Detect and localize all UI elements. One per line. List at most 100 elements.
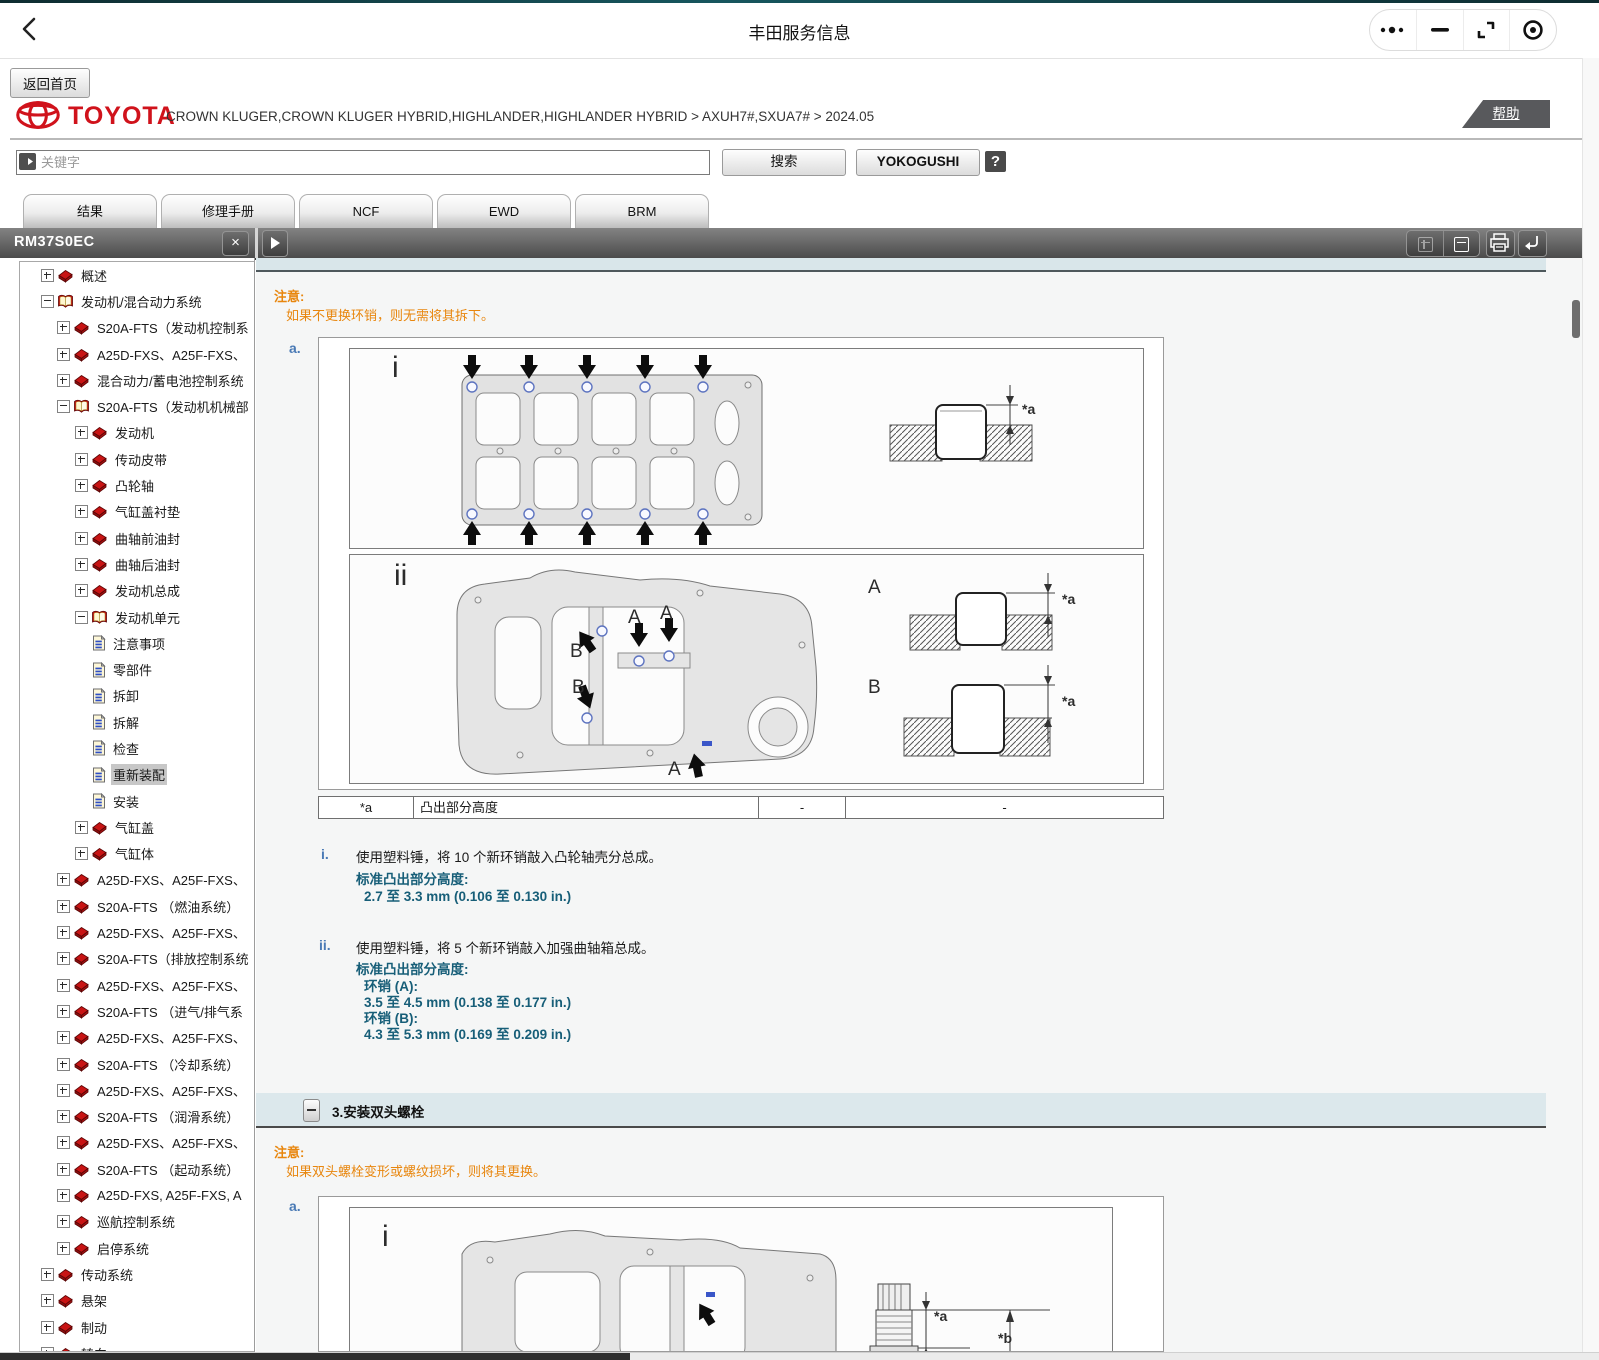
tree-item-label[interactable]: 传动系统	[79, 1264, 135, 1285]
expand-icon[interactable]	[75, 558, 88, 571]
tree-item-label[interactable]: S20A-FTS （燃油系统）	[95, 896, 241, 917]
tree-item[interactable]: A25D-FXS、A25F-FXS、	[20, 972, 254, 998]
tree-item[interactable]: 重新装配	[20, 762, 254, 788]
horizontal-scrollbar-thumb[interactable]	[0, 1353, 630, 1360]
question-mark-icon[interactable]: ?	[985, 151, 1006, 172]
collapse-icon[interactable]	[57, 400, 70, 413]
tree-item[interactable]: S20A-FTS （进气/排气系	[20, 998, 254, 1024]
expand-icon[interactable]	[57, 348, 70, 361]
tree-item-label[interactable]: 概述	[79, 265, 109, 286]
expand-icon[interactable]	[57, 1005, 70, 1018]
tree-item[interactable]: 安装	[20, 788, 254, 814]
tree-item[interactable]: 检查	[20, 735, 254, 761]
expand-icon[interactable]	[75, 532, 88, 545]
expand-icon[interactable]	[41, 1321, 54, 1334]
tree-item-label[interactable]: S20A-FTS（发动机控制系	[95, 317, 251, 338]
tree-item-label[interactable]: 气缸盖	[113, 817, 156, 838]
tree-item-label[interactable]: 发动机总成	[113, 580, 182, 601]
tab-EWD[interactable]: EWD	[437, 194, 571, 228]
tree-item-label[interactable]: 发动机	[113, 422, 156, 443]
expand-icon[interactable]	[57, 374, 70, 387]
tree-item[interactable]: 混合动力/蓄电池控制系统	[20, 367, 254, 393]
expand-icon[interactable]	[41, 269, 54, 282]
tree-item-label[interactable]: A25D-FXS、A25F-FXS、	[95, 1132, 248, 1153]
tab-NCF[interactable]: NCF	[299, 194, 433, 228]
tree-item[interactable]: 凸轮轴	[20, 472, 254, 498]
tree-item-label[interactable]: 转向	[79, 1343, 109, 1352]
tree-item[interactable]: S20A-FTS （冷却系统）	[20, 1051, 254, 1077]
tab-结果[interactable]: 结果	[23, 194, 157, 228]
expand-icon[interactable]	[75, 584, 88, 597]
tree-item-label[interactable]: 曲轴后油封	[113, 554, 182, 575]
tree-item[interactable]: 转向	[20, 1340, 254, 1352]
tree-item[interactable]: 发动机/混合动力系统	[20, 288, 254, 314]
tree-item-label[interactable]: A25D-FXS, A25F-FXS, A	[95, 1187, 244, 1204]
content-scrollbar-thumb[interactable]	[1572, 300, 1580, 338]
tree-item-label[interactable]: 安装	[111, 791, 141, 812]
tree-item-label[interactable]: A25D-FXS、A25F-FXS、	[95, 922, 248, 943]
expand-icon[interactable]	[57, 1215, 70, 1228]
tree-item[interactable]: S20A-FTS（排放控制系统	[20, 946, 254, 972]
expand-icon[interactable]	[75, 453, 88, 466]
expand-icon[interactable]	[57, 1189, 70, 1202]
page-horizontal-scrollbar[interactable]	[0, 1352, 1599, 1360]
tree-item-label[interactable]: S20A-FTS（发动机机械部	[95, 396, 251, 417]
tree-item-label[interactable]: 悬架	[79, 1290, 109, 1311]
tree-item-label[interactable]: 传动皮带	[113, 449, 169, 470]
tree-item[interactable]: 零部件	[20, 656, 254, 682]
tree-item-label[interactable]: A25D-FXS、A25F-FXS、	[95, 975, 248, 996]
expand-icon[interactable]	[57, 1084, 70, 1097]
tree-item-label[interactable]: 气缸体	[113, 843, 156, 864]
zoom-out-button[interactable]	[1443, 231, 1480, 256]
tree-item[interactable]: S20A-FTS （润滑系统）	[20, 1104, 254, 1130]
more-button[interactable]	[1370, 10, 1416, 50]
tree-item-label[interactable]: 发动机/混合动力系统	[79, 291, 204, 312]
tree-item-label[interactable]: S20A-FTS （起动系统）	[95, 1159, 241, 1180]
expand-icon[interactable]	[57, 952, 70, 965]
yokogushi-button[interactable]: YOKOGUSHI	[856, 149, 980, 176]
tree-item-label[interactable]: 混合动力/蓄电池控制系统	[95, 370, 246, 391]
help-button[interactable]: 帮助	[1462, 100, 1550, 128]
collapse-icon[interactable]	[41, 295, 54, 308]
expand-icon[interactable]	[57, 1136, 70, 1149]
tree-item[interactable]: 拆解	[20, 709, 254, 735]
tree-item-label[interactable]: 曲轴前油封	[113, 528, 182, 549]
tree-item-label[interactable]: 制动	[79, 1317, 109, 1338]
tree-item-label[interactable]: 气缸盖衬垫	[113, 501, 182, 522]
tree-item[interactable]: 悬架	[20, 1288, 254, 1314]
expand-icon[interactable]	[57, 900, 70, 913]
expand-icon[interactable]	[57, 1163, 70, 1176]
tree-item-label[interactable]: A25D-FXS、A25F-FXS、	[95, 344, 248, 365]
tree-item-label[interactable]: 检查	[111, 738, 141, 759]
tree-item[interactable]: A25D-FXS、A25F-FXS、	[20, 1077, 254, 1103]
tree-item-label[interactable]: 重新装配	[111, 764, 167, 785]
tree-item[interactable]: S20A-FTS（发动机控制系	[20, 315, 254, 341]
expand-icon[interactable]	[57, 873, 70, 886]
page-vertical-scrollbar[interactable]	[1582, 58, 1599, 1360]
tree-item-label[interactable]: S20A-FTS （进气/排气系	[95, 1001, 245, 1022]
expand-icon[interactable]	[75, 426, 88, 439]
tree-item[interactable]: 拆卸	[20, 683, 254, 709]
tree-item[interactable]: 概述	[20, 262, 254, 288]
collapse-sidebar-button[interactable]	[262, 230, 288, 257]
expand-icon[interactable]	[57, 321, 70, 334]
tree-item[interactable]: A25D-FXS、A25F-FXS、	[20, 919, 254, 945]
tree-item[interactable]: A25D-FXS、A25F-FXS、	[20, 341, 254, 367]
expand-icon[interactable]	[75, 821, 88, 834]
search-button[interactable]: 搜索	[722, 149, 846, 176]
tree-item-label[interactable]: S20A-FTS（排放控制系统	[95, 948, 251, 969]
tree-item-label[interactable]: 凸轮轴	[113, 475, 156, 496]
print-button[interactable]	[1486, 230, 1515, 257]
search-arrow-icon[interactable]	[19, 153, 36, 170]
expand-icon[interactable]	[57, 1110, 70, 1123]
tree-item-label[interactable]: 零部件	[111, 659, 154, 680]
tree-item[interactable]: 发动机总成	[20, 578, 254, 604]
tree-item[interactable]: 制动	[20, 1314, 254, 1340]
tree-item-label[interactable]: A25D-FXS、A25F-FXS、	[95, 1027, 248, 1048]
tree-item-label[interactable]: S20A-FTS （润滑系统）	[95, 1106, 241, 1127]
fullscreen-button[interactable]	[1463, 10, 1510, 50]
tree-item[interactable]: 气缸盖衬垫	[20, 499, 254, 525]
collapse-section-icon[interactable]	[303, 1099, 320, 1122]
tree-item-label[interactable]: A25D-FXS、A25F-FXS、	[95, 1080, 248, 1101]
tree-item[interactable]: S20A-FTS（发动机机械部	[20, 393, 254, 419]
